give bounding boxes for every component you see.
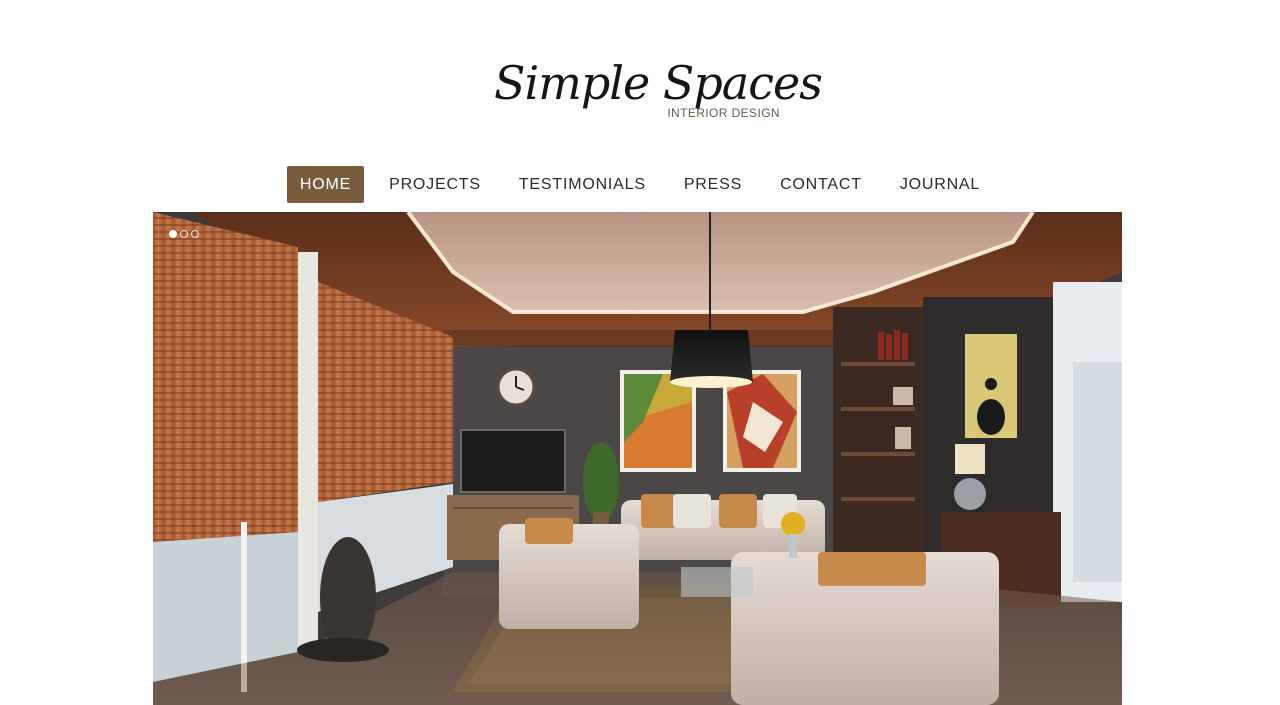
logo-subtitle: INTERIOR DESIGN: [667, 106, 780, 120]
hero-slider[interactable]: [153, 212, 1122, 705]
hero-living-room-image: [153, 212, 1122, 705]
slider-dot-2[interactable]: [180, 230, 188, 238]
nav-journal[interactable]: JOURNAL: [887, 166, 993, 203]
main-nav: HOME PROJECTS TESTIMONIALS PRESS CONTACT…: [0, 165, 1280, 203]
nav-press[interactable]: PRESS: [671, 166, 755, 203]
slider-dot-1[interactable]: [169, 230, 177, 238]
site-logo[interactable]: Simple Spaces INTERIOR DESIGN: [494, 56, 823, 126]
slider-dot-3[interactable]: [191, 230, 199, 238]
nav-projects[interactable]: PROJECTS: [376, 166, 494, 203]
slider-dots: [169, 230, 199, 238]
nav-home[interactable]: HOME: [286, 165, 365, 203]
nav-contact[interactable]: CONTACT: [767, 166, 875, 203]
page: Simple Spaces INTERIOR DESIGN HOME PROJE…: [0, 0, 1280, 705]
logo-script-text: Simple Spaces: [494, 56, 823, 110]
nav-testimonials[interactable]: TESTIMONIALS: [506, 166, 659, 203]
